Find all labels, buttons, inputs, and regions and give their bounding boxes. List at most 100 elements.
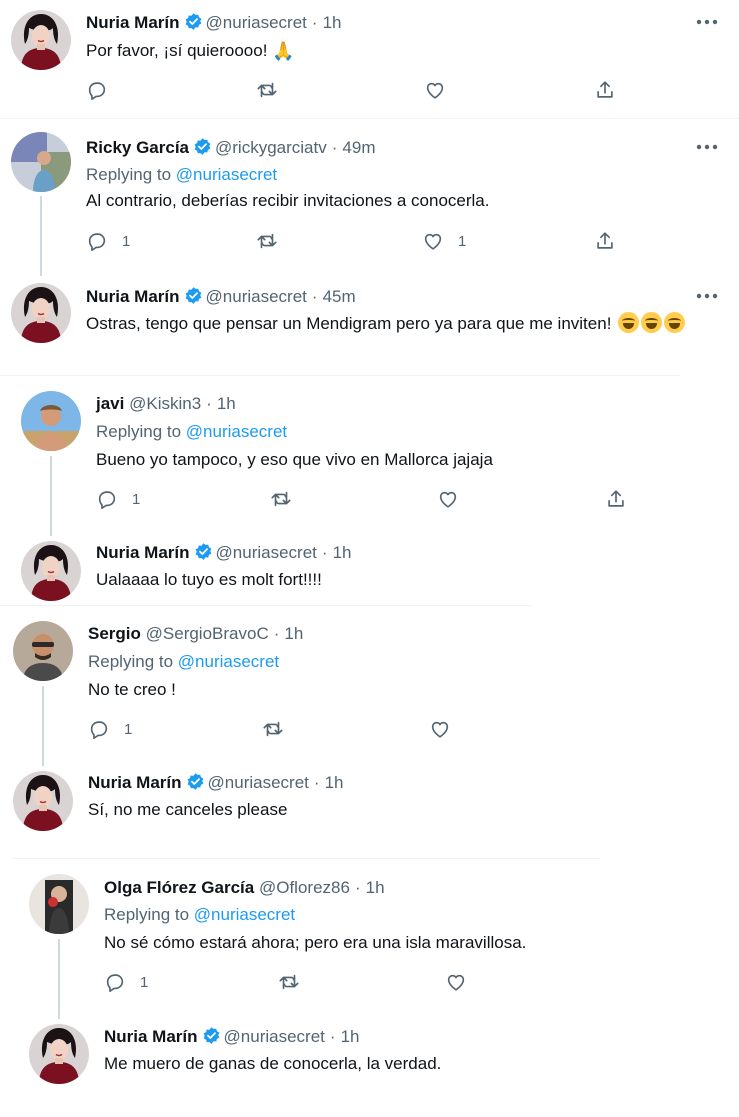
tweet-text: Por favor, ¡sí quieroooo! 🙏: [86, 38, 295, 64]
more-options-icon[interactable]: [696, 142, 718, 152]
mention-link[interactable]: @nuriasecret: [194, 905, 295, 924]
timestamp[interactable]: 1h: [217, 394, 236, 413]
author-handle[interactable]: @SergioBravoC: [146, 624, 269, 643]
retweet-button[interactable]: [270, 488, 292, 510]
tweet[interactable]: javi @Kiskin3 · 1h Replying to @nuriasecre…: [0, 385, 739, 525]
reply-button[interactable]: [86, 79, 108, 101]
avatar[interactable]: [11, 283, 71, 343]
mention-link[interactable]: @nuriasecret: [178, 652, 279, 671]
retweet-button[interactable]: [278, 971, 300, 993]
like-button[interactable]: [445, 971, 467, 993]
reply-button[interactable]: 1: [86, 230, 130, 252]
tweet-header: Nuria Marín @nuriasecret · 1h: [96, 542, 351, 564]
share-button[interactable]: [605, 488, 627, 510]
author-name[interactable]: Olga Flórez García: [104, 878, 254, 897]
share-button[interactable]: [594, 79, 616, 101]
replying-to: Replying to @nuriasecret: [86, 164, 277, 186]
separator-dot: ·: [354, 878, 361, 897]
reply-icon: [96, 488, 118, 510]
reply-button[interactable]: 1: [96, 488, 140, 510]
tweet-text-content: Ostras, tengo que pensar un Mendigram pe…: [86, 314, 612, 333]
tweet[interactable]: Olga Flórez García @Oflorez86 · 1h Replyin…: [0, 868, 739, 1008]
share-icon: [594, 79, 616, 101]
tweet-header: Nuria Marín @nuriasecret · 1h: [88, 772, 343, 794]
heart-icon: [437, 488, 459, 510]
retweet-button[interactable]: [262, 718, 284, 740]
author-handle[interactable]: @Oflorez86: [259, 878, 350, 897]
author-handle[interactable]: @nuriasecret: [216, 543, 317, 562]
timestamp[interactable]: 1h: [366, 878, 385, 897]
timestamp[interactable]: 45m: [323, 287, 356, 306]
tweet[interactable]: Nuria Marín @nuriasecret · 45m Ostras, teng…: [0, 280, 739, 375]
separator: [0, 375, 680, 376]
heart-icon: [429, 718, 451, 740]
tweet[interactable]: Ricky García @rickygarciatv · 49m Replying …: [0, 130, 739, 275]
author-name[interactable]: Ricky García: [86, 138, 189, 157]
like-button[interactable]: [424, 79, 446, 101]
author-name[interactable]: javi: [96, 394, 124, 413]
separator: [0, 605, 532, 606]
tweet[interactable]: Sergio @SergioBravoC · 1h Replying to @nur…: [0, 615, 739, 755]
tweet-header: Nuria Marín @nuriasecret · 45m: [86, 286, 356, 308]
author-handle[interactable]: @rickygarciatv: [215, 138, 327, 157]
reply-count: 1: [140, 973, 149, 991]
avatar[interactable]: [11, 10, 71, 70]
avatar[interactable]: [13, 771, 73, 831]
timestamp[interactable]: 1h: [284, 624, 303, 643]
like-button[interactable]: [437, 488, 459, 510]
mention-link[interactable]: @nuriasecret: [176, 165, 277, 184]
tweet[interactable]: Nuria Marín @nuriasecret · 1h Sí, no me can…: [0, 768, 739, 838]
tweet-text: Ualaaaa lo tuyo es molt fort!!!!: [96, 570, 322, 589]
more-options-icon[interactable]: [696, 17, 718, 27]
like-button[interactable]: [429, 718, 451, 740]
avatar[interactable]: [13, 621, 73, 681]
more-options-icon[interactable]: [696, 291, 718, 301]
author-handle[interactable]: @nuriasecret: [224, 1027, 325, 1046]
timestamp[interactable]: 1h: [325, 773, 344, 792]
author-handle[interactable]: @nuriasecret: [208, 773, 309, 792]
replying-to: Replying to @nuriasecret: [104, 904, 295, 926]
author-name[interactable]: Nuria Marín: [86, 287, 180, 306]
mention-link[interactable]: @nuriasecret: [186, 422, 287, 441]
reply-button[interactable]: 1: [88, 718, 132, 740]
author-handle[interactable]: @nuriasecret: [206, 287, 307, 306]
author-name[interactable]: Nuria Marín: [104, 1027, 198, 1046]
avatar[interactable]: [29, 874, 89, 934]
avatar[interactable]: [21, 391, 81, 451]
tweet-text: Sí, no me canceles please: [88, 800, 288, 819]
thread-line: [50, 456, 52, 536]
author-name[interactable]: Nuria Marín: [96, 543, 190, 562]
verified-badge-icon: [193, 137, 212, 156]
avatar[interactable]: [11, 132, 71, 192]
author-name[interactable]: Sergio: [88, 624, 141, 643]
timestamp[interactable]: 1h: [323, 13, 342, 32]
thread-line: [58, 939, 60, 1019]
avatar[interactable]: [21, 541, 81, 601]
heart-icon: [424, 79, 446, 101]
reply-icon: [86, 79, 108, 101]
author-handle[interactable]: @nuriasecret: [206, 13, 307, 32]
author-name[interactable]: Nuria Marín: [88, 773, 182, 792]
timestamp[interactable]: 1h: [333, 543, 352, 562]
tweet[interactable]: Nuria Marín @nuriasecret · 1h Me muero de g…: [0, 1021, 739, 1101]
tweet[interactable]: Nuria Marín @nuriasecret · 1h Por favor, ¡s…: [0, 0, 739, 118]
avatar[interactable]: [29, 1024, 89, 1084]
author-name[interactable]: Nuria Marín: [86, 13, 180, 32]
timestamp[interactable]: 1h: [341, 1027, 360, 1046]
timestamp[interactable]: 49m: [342, 138, 375, 157]
tweet-text: No sé cómo estará ahora; pero era una is…: [104, 933, 527, 952]
reply-icon: [88, 718, 110, 740]
reply-button[interactable]: 1: [104, 971, 148, 993]
replying-to: Replying to @nuriasecret: [96, 421, 287, 443]
tweet[interactable]: Nuria Marín @nuriasecret · 1h Ualaaaa lo tu…: [0, 538, 739, 604]
heart-icon: [445, 971, 467, 993]
share-button[interactable]: [594, 230, 616, 252]
like-button[interactable]: 1: [422, 230, 466, 252]
like-count: 1: [458, 232, 467, 250]
author-handle[interactable]: @Kiskin3: [129, 394, 201, 413]
replying-prefix: Replying to: [86, 165, 172, 184]
tweet-header: Sergio @SergioBravoC · 1h: [88, 623, 303, 645]
retweet-button[interactable]: [256, 230, 278, 252]
rolling-on-floor-laughing-icon: [618, 312, 640, 333]
retweet-button[interactable]: [256, 79, 278, 101]
